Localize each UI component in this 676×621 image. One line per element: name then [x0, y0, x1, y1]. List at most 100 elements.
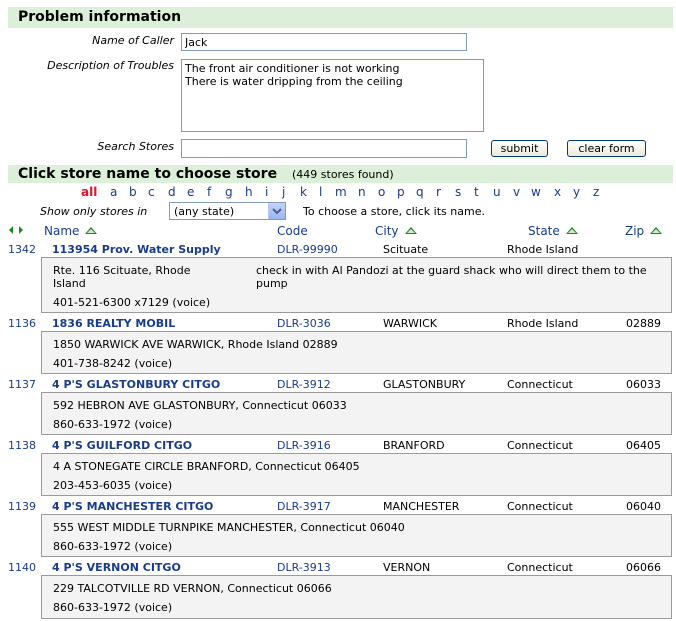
stores-section-header: Click store name to choose store (449 st…	[8, 165, 673, 183]
store-note-line-1: check in with Al Pandozi at the guard sh…	[256, 264, 647, 277]
letter-link-v[interactable]: v	[513, 185, 520, 199]
store-code-link[interactable]: DLR-3917	[277, 500, 331, 513]
table-row: 1342 113954 Prov. Water Supply DLR-99990…	[8, 240, 673, 258]
store-address-line-1: Rte. 116 Scituate, Rhode	[53, 264, 191, 277]
column-header-name[interactable]: Name	[44, 224, 98, 238]
letter-link-p[interactable]: p	[397, 185, 405, 199]
letter-link-f[interactable]: f	[207, 185, 211, 199]
letter-link-j[interactable]: j	[282, 185, 285, 199]
column-header-city-label: City	[375, 224, 399, 238]
store-name-link[interactable]: 1836 REALTY MOBIL	[52, 317, 175, 330]
filter-hint: To choose a store, click its name.	[303, 205, 485, 218]
column-header-name-label: Name	[44, 224, 80, 238]
store-zip: 06405	[626, 439, 661, 452]
store-name-link[interactable]: 4 P'S VERNON CITGO	[52, 561, 181, 574]
store-count: (449 stores found)	[292, 168, 394, 181]
problem-section-header: Problem information	[8, 7, 673, 28]
letter-link-r[interactable]: r	[436, 185, 441, 199]
store-state: Connecticut	[507, 500, 573, 513]
letter-link-w[interactable]: w	[531, 185, 541, 199]
search-label: Search Stores	[97, 140, 174, 153]
store-city: BRANFORD	[383, 439, 445, 452]
letter-link-l[interactable]: l	[319, 185, 322, 199]
clear-form-button[interactable]: clear form	[567, 140, 646, 157]
letter-link-s[interactable]: s	[455, 185, 461, 199]
letter-link-h[interactable]: h	[245, 185, 253, 199]
letter-link-u[interactable]: u	[493, 185, 501, 199]
description-textarea[interactable]: The front air conditioner is not working…	[181, 59, 484, 132]
store-code-link[interactable]: DLR-3913	[277, 561, 331, 574]
letter-link-q[interactable]: q	[416, 185, 424, 199]
store-code-link[interactable]: DLR-3912	[277, 378, 331, 391]
store-code-link[interactable]: DLR-99990	[277, 243, 338, 256]
store-city: VERNON	[383, 561, 431, 574]
store-name-link[interactable]: 113954 Prov. Water Supply	[52, 243, 221, 256]
store-phone: 860-633-1972 (voice)	[53, 540, 173, 553]
store-state: Rhode Island	[507, 243, 579, 256]
store-id: 1139	[8, 500, 36, 513]
state-select[interactable]: (any state)	[169, 202, 286, 220]
store-detail: 592 HEBRON AVE GLASTONBURY, Connecticut …	[41, 392, 672, 435]
letter-link-k[interactable]: k	[300, 185, 307, 199]
store-state: Connecticut	[507, 561, 573, 574]
store-code-link[interactable]: DLR-3036	[277, 317, 331, 330]
store-detail: 555 WEST MIDDLE TURNPIKE MANCHESTER, Con…	[41, 514, 672, 557]
store-detail: 229 TALCOTVILLE RD VERNON, Connecticut 0…	[41, 575, 672, 619]
letter-link-o[interactable]: o	[378, 185, 385, 199]
letter-link-e[interactable]: e	[187, 185, 194, 199]
problem-title: Problem information	[18, 9, 182, 25]
store-city: GLASTONBURY	[383, 378, 466, 391]
sort-ascending-icon	[85, 227, 98, 234]
letter-link-g[interactable]: g	[225, 185, 233, 199]
letter-link-i[interactable]: i	[265, 185, 268, 199]
letter-link-a[interactable]: a	[110, 185, 117, 199]
store-address: 4 A STONEGATE CIRCLE BRANFORD, Connectic…	[53, 460, 360, 473]
store-city: MANCHESTER	[383, 500, 460, 513]
letter-link-t[interactable]: t	[474, 185, 479, 199]
state-select-value: (any state)	[174, 205, 235, 218]
store-address: 229 TALCOTVILLE RD VERNON, Connecticut 0…	[53, 582, 332, 595]
store-state: Connecticut	[507, 439, 573, 452]
letter-link-x[interactable]: x	[554, 185, 561, 199]
letter-link-z[interactable]: z	[593, 185, 599, 199]
table-row: 1137 4 P'S GLASTONBURY CITGO DLR-3912 GL…	[8, 375, 673, 393]
letter-link-d[interactable]: d	[168, 185, 176, 199]
sort-ascending-icon	[404, 227, 417, 234]
store-zip: 06033	[626, 378, 661, 391]
store-id: 1138	[8, 439, 36, 452]
store-phone: 401-738-8242 (voice)	[53, 357, 173, 370]
letter-link-n[interactable]: n	[358, 185, 366, 199]
expand-collapse-icon[interactable]	[8, 224, 24, 239]
store-name-link[interactable]: 4 P'S GLASTONBURY CITGO	[52, 378, 220, 391]
store-phone: 203-453-6035 (voice)	[53, 479, 173, 492]
state-filter-label: Show only stores in	[40, 205, 148, 218]
store-state: Rhode Island	[507, 317, 579, 330]
sort-ascending-icon	[565, 227, 578, 234]
store-phone: 860-633-1972 (voice)	[53, 418, 173, 431]
description-line-1: The front air conditioner is not working	[185, 62, 400, 75]
store-code-link[interactable]: DLR-3916	[277, 439, 331, 452]
column-header-city[interactable]: City	[375, 224, 417, 238]
letter-link-all[interactable]: all	[81, 185, 97, 199]
store-name-link[interactable]: 4 P'S MANCHESTER CITGO	[52, 500, 213, 513]
column-header-code[interactable]: Code	[277, 224, 308, 238]
table-row: 1136 1836 REALTY MOBIL DLR-3036 WARWICK …	[8, 314, 673, 332]
search-stores-input[interactable]	[181, 139, 467, 158]
chevron-down-icon[interactable]	[268, 203, 285, 219]
table-row: 1140 4 P'S VERNON CITGO DLR-3913 VERNON …	[8, 558, 673, 576]
letter-link-y[interactable]: y	[573, 185, 580, 199]
letter-link-c[interactable]: c	[148, 185, 155, 199]
store-zip: 06066	[626, 561, 661, 574]
column-header-zip[interactable]: Zip	[625, 224, 663, 238]
caller-name-input[interactable]	[181, 33, 467, 51]
letter-link-b[interactable]: b	[129, 185, 137, 199]
store-zip: 06040	[626, 500, 661, 513]
store-name-link[interactable]: 4 P'S GUILFORD CITGO	[52, 439, 192, 452]
store-detail: 1850 WARWICK AVE WARWICK, Rhode Island 0…	[41, 331, 672, 374]
store-id: 1342	[8, 243, 36, 256]
letter-link-m[interactable]: m	[335, 185, 347, 199]
submit-button[interactable]: submit	[491, 140, 548, 157]
store-detail: Rte. 116 Scituate, Rhode Island 401-521-…	[41, 257, 672, 313]
column-header-state[interactable]: State	[528, 224, 578, 238]
store-zip: 02889	[626, 317, 661, 330]
